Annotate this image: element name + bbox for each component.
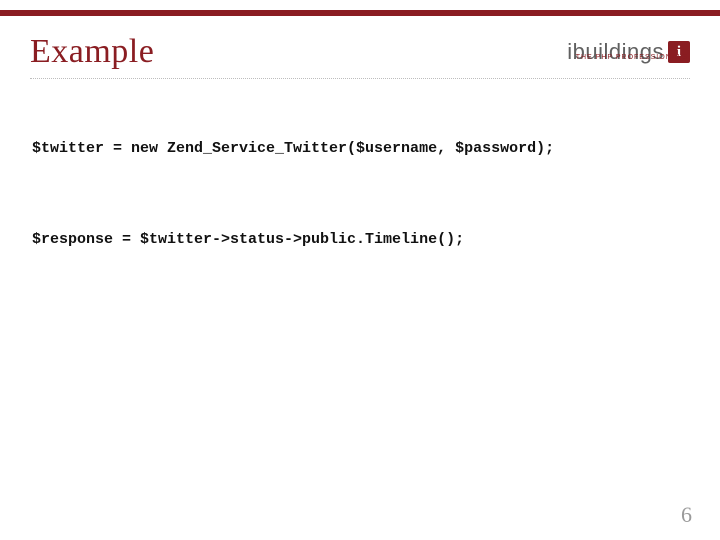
code-content: $twitter = new Zend_Service_Twitter($use… [32, 96, 688, 320]
brand-tagline: THE PHP PROFESSIONALS [576, 54, 688, 61]
brand-logo-text: ibuildings [567, 39, 664, 65]
slide: Example ibuildings i THE PHP PROFESSIONA… [0, 0, 720, 540]
code-line-1: $twitter = new Zend_Service_Twitter($use… [32, 138, 688, 159]
divider [30, 78, 690, 79]
brand-logo: ibuildings i [567, 39, 690, 65]
slide-title: Example [30, 33, 154, 71]
slide-header: Example ibuildings i [30, 28, 690, 76]
page-number: 6 [681, 502, 692, 528]
code-line-2: $response = $twitter->status->public.Tim… [32, 229, 688, 250]
top-accent-bar [0, 10, 720, 16]
